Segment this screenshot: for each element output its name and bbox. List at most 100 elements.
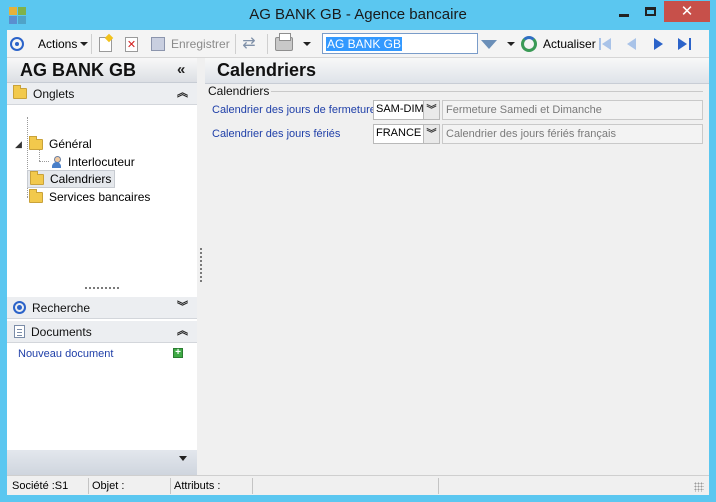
collapse-panel-button[interactable]: « [177,61,185,78]
tree-item-label: Calendriers [50,172,112,186]
first-record-icon [597,36,613,52]
add-icon[interactable]: + [173,348,183,358]
left-panel: AG BANK GB « Onglets ︽ ◢ Général Interlo [7,58,197,475]
closing-calendar-description: Fermeture Samedi et Dimanche [442,100,703,120]
tree-item-services-bancaires[interactable]: Services bancaires [29,188,150,206]
printer-icon [275,33,293,51]
left-panel-header: AG BANK GB « [7,58,197,83]
window-title: AG BANK GB - Agence bancaire [249,6,467,23]
search-icon [13,301,26,314]
search-input-box[interactable]: AG BANK GB [322,33,478,54]
holidays-calendar-label: Calendrier des jours fériés [212,128,341,140]
maximize-button[interactable] [637,1,664,22]
closing-calendar-label: Calendrier des jours de fermeture [212,104,376,116]
actions-menu-button[interactable]: Actions [38,34,89,54]
status-attributs: Attributs : [171,478,253,494]
section-documents-header[interactable]: Documents ︽ [7,321,197,343]
section-documents-label: Documents [31,324,92,339]
status-societe: Société :S1 [9,478,89,494]
closing-calendar-field[interactable]: SAM-DIM [373,100,429,120]
client-area: Actions ✕ Enregistrer ⇄ AG BANK GB AG BA… [7,30,709,495]
next-record-icon [650,36,666,52]
toolbar-separator [91,34,92,54]
panel-splitter[interactable] [200,248,202,282]
section-splitter[interactable] [85,287,119,290]
refresh-icon [521,36,537,52]
chevron-down-icon[interactable] [179,456,187,461]
resize-grip-icon[interactable] [694,482,704,492]
home-button[interactable] [10,34,24,54]
close-button[interactable]: ✕ [664,1,710,22]
document-icon [14,325,25,338]
chevron-up-icon[interactable]: ︽ [177,86,188,100]
save-label: Enregistrer [171,37,230,51]
tree-item-label: Services bancaires [49,190,151,204]
minimize-icon [618,14,629,17]
previous-record-button[interactable] [624,34,640,54]
previous-record-icon [624,36,640,52]
status-bar: Société :S1 Objet : Attributs : [7,475,709,495]
toolbar-separator [235,34,236,54]
tree-item-calendriers[interactable]: Calendriers [27,170,116,188]
sync-icon: ⇄ [242,35,256,52]
tree-connector [39,161,49,162]
page-title: Calendriers [217,60,317,80]
section-recherche-header[interactable]: Recherche ︾ [7,297,197,319]
last-record-icon [676,36,692,52]
holidays-calendar-description: Calendrier des jours fériés français [442,124,703,144]
print-button[interactable] [275,33,293,54]
sync-button[interactable]: ⇄ [240,34,258,54]
refresh-button[interactable]: Actualiser [521,34,596,54]
print-options-button[interactable] [300,34,311,54]
folder-open-icon [30,170,44,185]
holidays-calendar-field[interactable]: FRANCE [373,124,429,144]
filter-button[interactable] [481,34,497,54]
chevron-down-icon [80,42,89,46]
home-icon [10,37,24,51]
maximize-icon [645,7,656,16]
status-field [253,478,439,494]
section-onglets-label: Onglets [33,86,75,101]
chevron-down-icon[interactable]: ︾ [177,300,188,314]
folder-open-icon [29,135,43,150]
left-panel-title: AG BANK GB [20,60,136,80]
toolbar-separator [267,34,268,54]
new-document-icon [99,36,112,52]
left-panel-footer [7,450,197,475]
actions-label: Actions [38,37,78,51]
folder-icon [29,188,43,203]
chevron-down-icon: ︾ [426,104,437,116]
app-window: AG BANK GB - Agence bancaire ✕ Actions ✕… [0,0,716,502]
main-panel: Calendriers Calendriers Calendrier des j… [205,58,709,475]
status-objet: Objet : [89,478,171,494]
new-button[interactable] [99,34,112,54]
next-record-button[interactable] [650,34,666,54]
tree-item-label: Général [49,137,92,151]
search-input[interactable] [323,34,477,53]
group-title: Calendriers [208,84,272,98]
tree-item-interlocuteur[interactable]: Interlocuteur [51,153,135,171]
save-icon [151,37,165,51]
chevron-up-icon[interactable]: ︽ [177,324,188,338]
holidays-calendar-dropdown-button[interactable]: ︾ [423,124,440,144]
tree-item-label: Interlocuteur [68,155,135,169]
tree-item-general[interactable]: Général [29,135,92,153]
closing-calendar-dropdown-button[interactable]: ︾ [423,100,440,120]
close-icon: ✕ [680,3,694,20]
delete-button[interactable]: ✕ [125,34,138,54]
new-document-link[interactable]: Nouveau document [18,348,113,360]
save-button[interactable]: Enregistrer [151,34,230,54]
minimize-button[interactable] [610,1,637,22]
delete-icon: ✕ [125,36,138,52]
chevron-down-icon: ︾ [426,128,437,140]
toolbar: Actions ✕ Enregistrer ⇄ AG BANK GB AG BA… [7,30,709,58]
last-record-button[interactable] [676,34,692,54]
first-record-button[interactable] [597,34,613,54]
chevron-down-icon [507,42,515,46]
group-divider [265,91,703,92]
title-bar[interactable]: AG BANK GB - Agence bancaire ✕ [0,0,716,30]
filter-options-button[interactable] [504,34,515,54]
expand-toggle-icon[interactable]: ◢ [15,139,22,150]
refresh-label: Actualiser [543,37,596,51]
section-onglets-header[interactable]: Onglets ︽ [7,83,197,105]
